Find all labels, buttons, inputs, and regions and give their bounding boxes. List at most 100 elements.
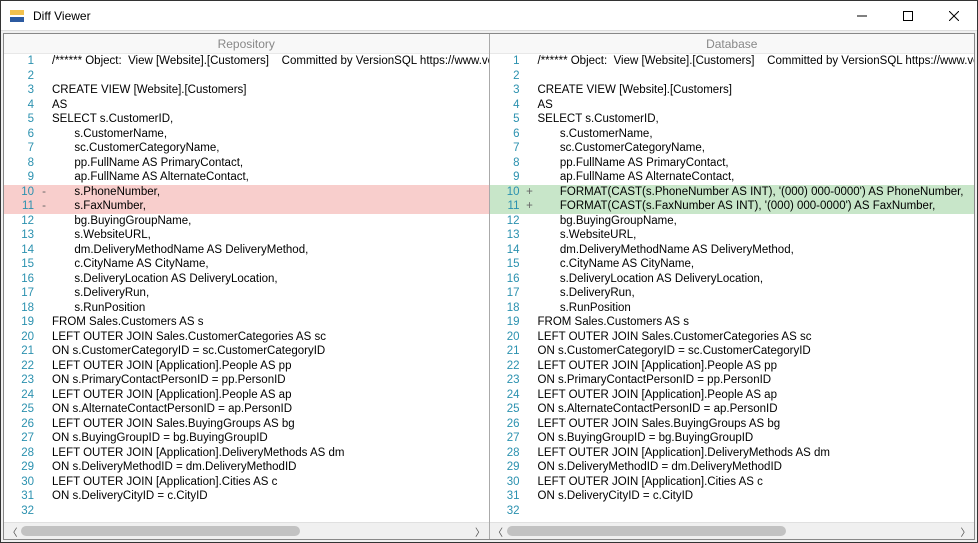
code-line[interactable]: 18 s.RunPosition [490,301,975,316]
code-line[interactable]: 7 sc.CustomerCategoryName, [4,141,489,156]
code-line[interactable]: 22LEFT OUTER JOIN [Application].People A… [490,359,975,374]
code-line[interactable]: 29ON s.DeliveryMethodID = dm.DeliveryMet… [4,460,489,475]
diff-marker [524,170,536,185]
code-line[interactable]: 26LEFT OUTER JOIN Sales.BuyingGroups AS … [490,417,975,432]
line-text: LEFT OUTER JOIN [Application].People AS … [536,359,975,374]
close-button[interactable] [931,1,977,31]
diff-marker [38,388,50,403]
code-line[interactable]: 2 [4,69,489,84]
code-line[interactable]: 17 s.DeliveryRun, [490,286,975,301]
code-line[interactable]: 25ON s.AlternateContactPersonID = ap.Per… [490,402,975,417]
code-line[interactable]: 27ON s.BuyingGroupID = bg.BuyingGroupID [490,431,975,446]
code-line[interactable]: 1/****** Object: View [Website].[Custome… [490,54,975,69]
left-code-area[interactable]: 1/****** Object: View [Website].[Custome… [4,54,489,522]
code-line[interactable]: 24LEFT OUTER JOIN [Application].People A… [4,388,489,403]
code-line[interactable]: 24LEFT OUTER JOIN [Application].People A… [490,388,975,403]
code-line[interactable]: 11+ FORMAT(CAST(s.FaxNumber AS INT), '(0… [490,199,975,214]
diff-marker [524,286,536,301]
line-number: 1 [4,54,38,69]
code-line[interactable]: 5SELECT s.CustomerID, [4,112,489,127]
line-text: ON s.DeliveryMethodID = dm.DeliveryMetho… [50,460,489,475]
scroll-thumb[interactable] [21,526,300,536]
code-line[interactable]: 20LEFT OUTER JOIN Sales.CustomerCategori… [490,330,975,345]
code-line[interactable]: 19FROM Sales.Customers AS s [490,315,975,330]
maximize-button[interactable] [885,1,931,31]
code-line[interactable]: 2 [490,69,975,84]
code-line[interactable]: 23ON s.PrimaryContactPersonID = pp.Perso… [4,373,489,388]
code-line[interactable]: 31ON s.DeliveryCityID = c.CityID [490,489,975,504]
code-line[interactable]: 16 s.DeliveryLocation AS DeliveryLocatio… [490,272,975,287]
code-line[interactable]: 17 s.DeliveryRun, [4,286,489,301]
diff-marker [38,359,50,374]
code-line[interactable]: 14 dm.DeliveryMethodName AS DeliveryMeth… [4,243,489,258]
code-line[interactable]: 26LEFT OUTER JOIN Sales.BuyingGroups AS … [4,417,489,432]
minimize-button[interactable] [839,1,885,31]
code-line[interactable]: 14 dm.DeliveryMethodName AS DeliveryMeth… [490,243,975,258]
code-line[interactable]: 19FROM Sales.Customers AS s [4,315,489,330]
code-line[interactable]: 21ON s.CustomerCategoryID = sc.CustomerC… [4,344,489,359]
code-line[interactable]: 5SELECT s.CustomerID, [490,112,975,127]
code-line[interactable]: 23ON s.PrimaryContactPersonID = pp.Perso… [490,373,975,388]
code-line[interactable]: 13 s.WebsiteURL, [490,228,975,243]
code-line[interactable]: 20LEFT OUTER JOIN Sales.CustomerCategori… [4,330,489,345]
diff-marker [38,83,50,98]
code-line[interactable]: 4AS [4,98,489,113]
code-line[interactable]: 18 s.RunPosition [4,301,489,316]
code-line[interactable]: 25ON s.AlternateContactPersonID = ap.Per… [4,402,489,417]
code-line[interactable]: 8 pp.FullName AS PrimaryContact, [490,156,975,171]
scroll-track[interactable] [21,523,472,540]
code-line[interactable]: 15 c.CityName AS CityName, [490,257,975,272]
code-line[interactable]: 4AS [490,98,975,113]
code-line[interactable]: 32 [490,504,975,519]
code-line[interactable]: 30LEFT OUTER JOIN [Application].Cities A… [490,475,975,490]
line-number: 12 [490,214,524,229]
code-line[interactable]: 10+ FORMAT(CAST(s.PhoneNumber AS INT), '… [490,185,975,200]
right-code-area[interactable]: 1/****** Object: View [Website].[Custome… [490,54,975,522]
scroll-right-icon[interactable]: 〉 [472,523,489,540]
code-line[interactable]: 29ON s.DeliveryMethodID = dm.DeliveryMet… [490,460,975,475]
line-text [536,69,975,84]
diff-marker [524,388,536,403]
code-line[interactable]: 7 sc.CustomerCategoryName, [490,141,975,156]
code-line[interactable]: 27ON s.BuyingGroupID = bg.BuyingGroupID [4,431,489,446]
code-line[interactable]: 1/****** Object: View [Website].[Custome… [4,54,489,69]
scroll-right-icon[interactable]: 〉 [957,523,974,540]
scroll-left-icon[interactable]: 〈 [490,523,507,540]
code-line[interactable]: 28LEFT OUTER JOIN [Application].Delivery… [4,446,489,461]
scroll-thumb[interactable] [507,526,786,536]
line-number: 14 [4,243,38,258]
code-line[interactable]: 6 s.CustomerName, [4,127,489,142]
code-line[interactable]: 12 bg.BuyingGroupName, [490,214,975,229]
code-line[interactable]: 16 s.DeliveryLocation AS DeliveryLocatio… [4,272,489,287]
titlebar[interactable]: Diff Viewer [1,1,977,31]
code-line[interactable]: 9 ap.FullName AS AlternateContact, [490,170,975,185]
code-line[interactable]: 22LEFT OUTER JOIN [Application].People A… [4,359,489,374]
code-line[interactable]: 10- s.PhoneNumber, [4,185,489,200]
line-number: 10 [4,185,38,200]
left-horizontal-scrollbar[interactable]: 〈 〉 [4,522,489,539]
code-line[interactable]: 21ON s.CustomerCategoryID = sc.CustomerC… [490,344,975,359]
scroll-track[interactable] [507,523,958,540]
code-line[interactable]: 12 bg.BuyingGroupName, [4,214,489,229]
code-line[interactable]: 28LEFT OUTER JOIN [Application].Delivery… [490,446,975,461]
code-line[interactable]: 3CREATE VIEW [Website].[Customers] [490,83,975,98]
code-line[interactable]: 11- s.FaxNumber, [4,199,489,214]
diff-marker [524,431,536,446]
code-line[interactable]: 31ON s.DeliveryCityID = c.CityID [4,489,489,504]
code-line[interactable]: 3CREATE VIEW [Website].[Customers] [4,83,489,98]
code-line[interactable]: 6 s.CustomerName, [490,127,975,142]
code-line[interactable]: 13 s.WebsiteURL, [4,228,489,243]
line-text: s.DeliveryRun, [50,286,489,301]
code-line[interactable]: 32 [4,504,489,519]
code-line[interactable]: 9 ap.FullName AS AlternateContact, [4,170,489,185]
left-pane-header: Repository [4,34,489,54]
line-text [50,504,489,519]
scroll-left-icon[interactable]: 〈 [4,523,21,540]
right-horizontal-scrollbar[interactable]: 〈 〉 [490,522,975,539]
code-line[interactable]: 15 c.CityName AS CityName, [4,257,489,272]
code-line[interactable]: 30LEFT OUTER JOIN [Application].Cities A… [4,475,489,490]
diff-marker [38,431,50,446]
line-number: 3 [490,83,524,98]
line-number: 32 [490,504,524,519]
code-line[interactable]: 8 pp.FullName AS PrimaryContact, [4,156,489,171]
